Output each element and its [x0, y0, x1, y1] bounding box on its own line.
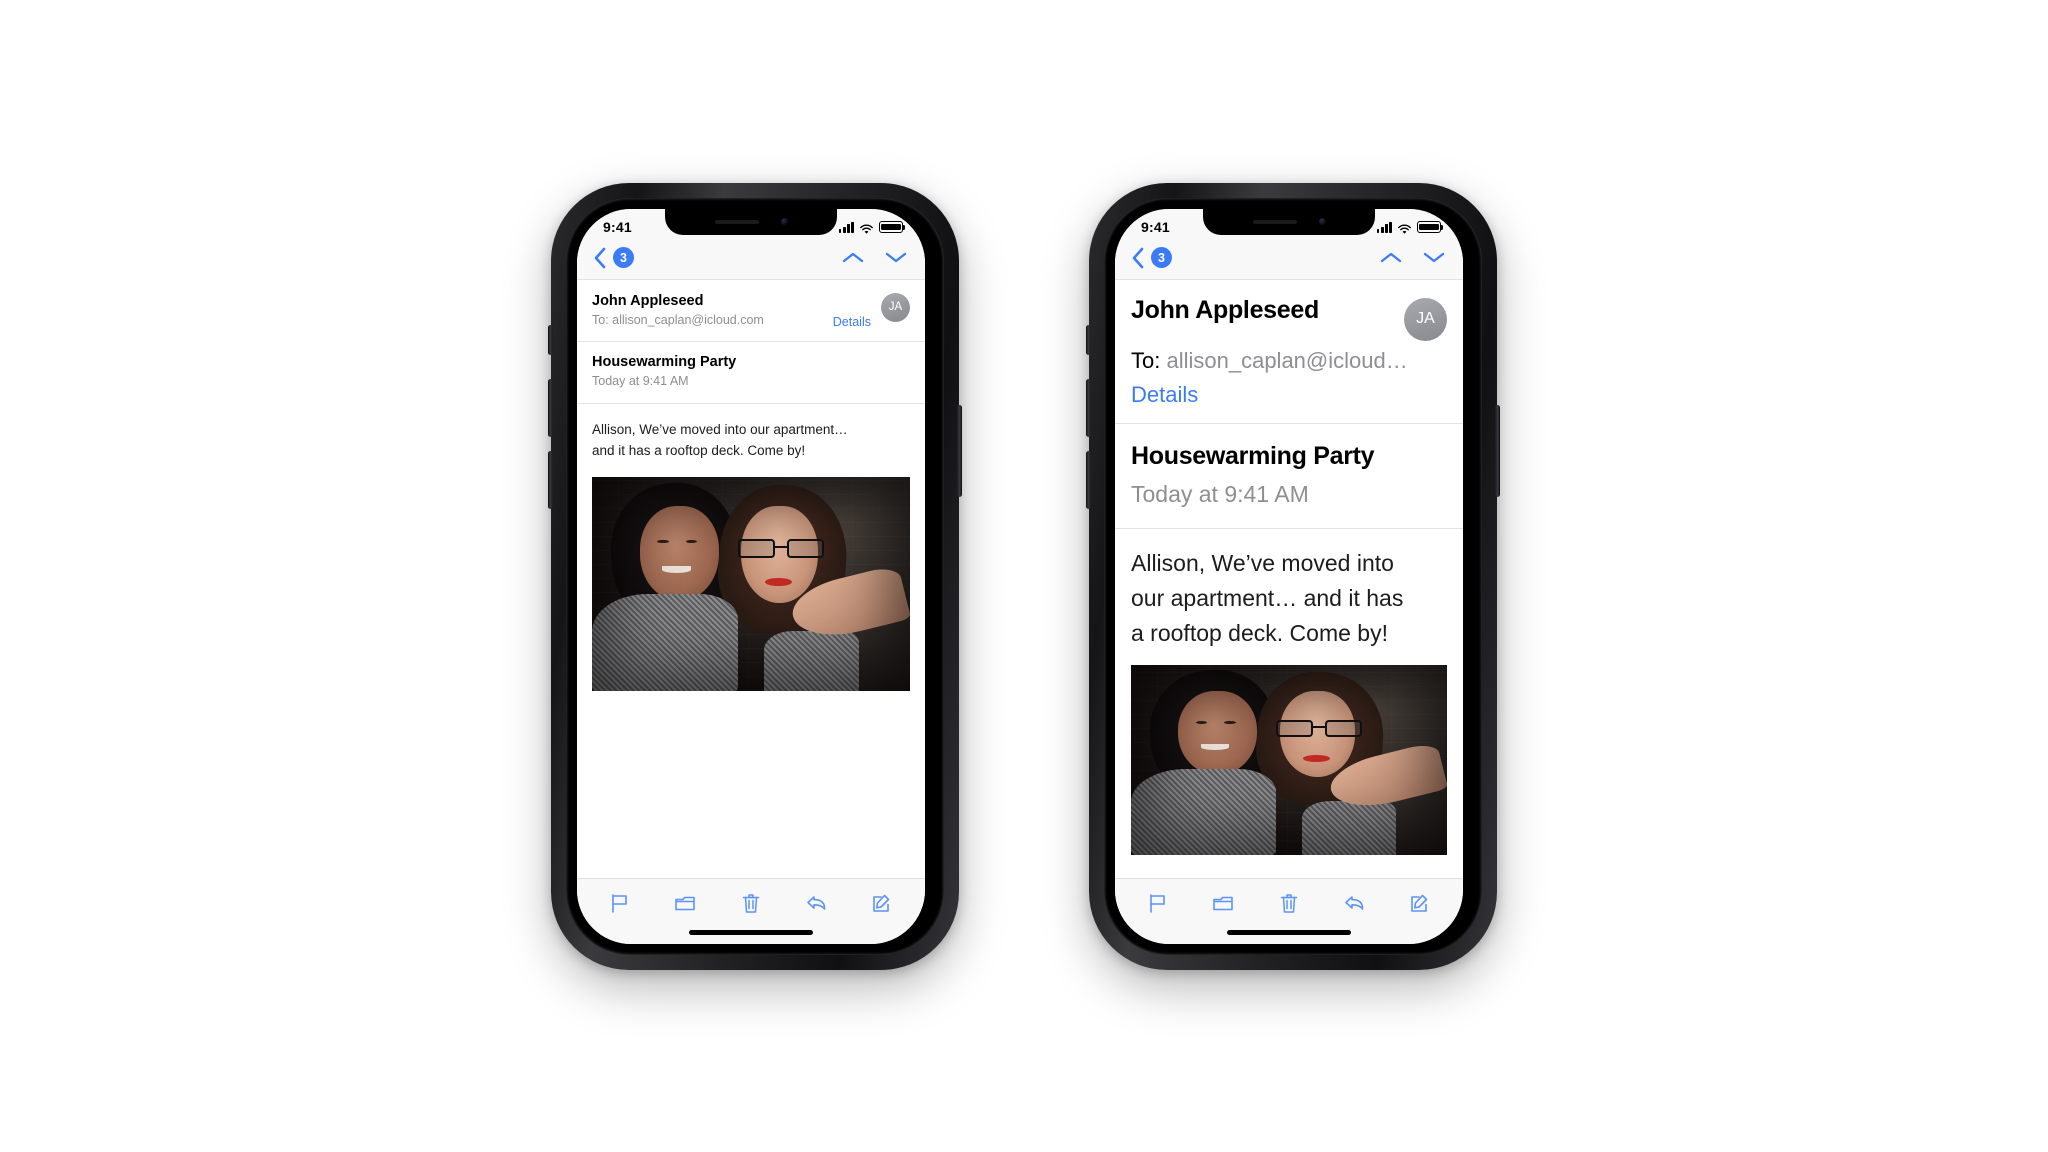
recipient-line: To: allison_caplan@icloud… — [1131, 345, 1447, 377]
message-content-default[interactable]: John Appleseed To: allison_caplan@icloud… — [577, 279, 925, 878]
volume-down-button[interactable] — [548, 450, 553, 509]
volume-up-button[interactable] — [1086, 378, 1091, 437]
phone-device-large-text: 9:41 3 John Appleseed JA To: allison_cap… — [1086, 182, 1500, 970]
to-label: To: — [592, 312, 609, 327]
home-indicator[interactable] — [689, 929, 813, 935]
battery-icon — [1417, 221, 1444, 233]
folder-icon[interactable] — [1210, 890, 1236, 916]
wifi-icon — [1397, 222, 1412, 234]
silence-switch[interactable] — [1086, 324, 1091, 355]
front-camera-icon — [780, 218, 788, 225]
body-line: a rooftop deck. Come by! — [1131, 619, 1388, 646]
signal-bars-icon — [1376, 221, 1392, 233]
flag-icon[interactable] — [1145, 890, 1171, 916]
status-bar-indicators — [838, 218, 906, 234]
trash-icon[interactable] — [1276, 890, 1302, 916]
date-text: Today at 9:41 AM — [1131, 480, 1309, 507]
status-bar-indicators — [1376, 218, 1444, 234]
folder-icon[interactable] — [672, 890, 698, 916]
date-text: Today at 9:41 AM — [592, 373, 689, 388]
sender-name: John Appleseed — [592, 292, 704, 309]
wifi-icon — [859, 222, 874, 234]
phone-bezel: 9:41 — [1104, 197, 1482, 955]
body-line: our apartment… and it has — [1131, 584, 1404, 611]
mail-toolbar — [577, 877, 925, 924]
message-header: John Appleseed To: allison_caplan@icloud… — [577, 280, 925, 341]
chevron-left-icon[interactable] — [1131, 247, 1144, 269]
chevron-left-icon[interactable] — [593, 247, 606, 269]
message-body: Allison, We’ve moved into our apartment…… — [1115, 529, 1463, 651]
details-button[interactable]: Details — [833, 315, 881, 329]
message-header: John Appleseed JA To: allison_caplan@icl… — [1115, 280, 1463, 423]
recipient-line: To: allison_caplan@icloud.com — [592, 311, 833, 330]
flag-icon[interactable] — [607, 890, 633, 916]
compose-icon[interactable] — [1407, 890, 1433, 916]
battery-icon — [879, 221, 906, 233]
message-pager — [1380, 251, 1445, 264]
to-label: To: — [1131, 347, 1161, 373]
attachment-image[interactable] — [1131, 664, 1447, 855]
message-subject-block: Housewarming Party Today at 9:41 AM — [1115, 424, 1463, 528]
message-attachment-photo[interactable] — [1131, 664, 1447, 855]
status-bar-time: 9:41 — [1141, 219, 1170, 235]
earpiece-speaker — [1252, 219, 1297, 224]
notch — [665, 208, 837, 235]
navigation-bar: 3 — [577, 242, 925, 279]
signal-bars-icon — [838, 221, 854, 233]
recipient-address: allison_caplan@icloud… — [1166, 347, 1408, 373]
earpiece-speaker — [714, 219, 759, 224]
mail-toolbar — [1115, 877, 1463, 924]
home-indicator-area — [1115, 923, 1463, 944]
subject-text: Housewarming Party — [592, 353, 737, 370]
back-control[interactable]: 3 — [1131, 247, 1172, 269]
body-line: Allison, We’ve moved into our apartment… — [592, 421, 848, 437]
phone-bezel: 9:41 — [566, 197, 944, 955]
message-body: Allison, We’ve moved into our apartment…… — [577, 404, 925, 461]
sender-name: John Appleseed — [1131, 295, 1319, 324]
home-indicator[interactable] — [1227, 929, 1351, 935]
compose-icon[interactable] — [869, 890, 895, 916]
sender-avatar[interactable]: JA — [1404, 297, 1447, 341]
back-control[interactable]: 3 — [593, 247, 634, 269]
phone-screen-large-text: 9:41 3 John Appleseed JA To: allison_cap… — [1115, 208, 1463, 944]
message-header-names: John Appleseed To: allison_caplan@icloud… — [592, 291, 833, 330]
phone-screen-default-text: 9:41 3 John Appleseed To: allison_caplan… — [577, 208, 925, 944]
home-indicator-area — [577, 923, 925, 944]
comparison-stage: 9:41 3 John Appleseed To: allison_caplan… — [0, 0, 2048, 1152]
message-pager — [842, 251, 907, 264]
mailbox-unread-badge[interactable]: 3 — [613, 247, 634, 268]
mailbox-unread-badge[interactable]: 3 — [1151, 247, 1172, 268]
message-subject-block: Housewarming Party Today at 9:41 AM — [577, 342, 925, 403]
side-power-button[interactable] — [957, 404, 962, 497]
notch — [1203, 208, 1375, 235]
chevron-down-icon[interactable] — [1423, 251, 1445, 264]
body-line: and it has a rooftop deck. Come by! — [592, 442, 806, 458]
reply-icon[interactable] — [1342, 890, 1368, 916]
phone-device-default-text: 9:41 3 John Appleseed To: allison_caplan… — [548, 182, 962, 970]
details-button[interactable]: Details — [1131, 379, 1447, 411]
side-power-button[interactable] — [1495, 404, 1500, 497]
chevron-down-icon[interactable] — [885, 251, 907, 264]
front-camera-icon — [1318, 218, 1326, 225]
subject-text: Housewarming Party — [1131, 441, 1375, 470]
silence-switch[interactable] — [548, 324, 553, 355]
chevron-up-icon[interactable] — [1380, 251, 1402, 264]
body-line: Allison, We’ve moved into — [1131, 549, 1394, 576]
volume-down-button[interactable] — [1086, 450, 1091, 509]
volume-up-button[interactable] — [548, 378, 553, 437]
trash-icon[interactable] — [738, 890, 764, 916]
recipient-address: allison_caplan@icloud.com — [612, 312, 764, 327]
status-bar-time: 9:41 — [603, 219, 632, 235]
chevron-up-icon[interactable] — [842, 251, 864, 264]
message-content-large[interactable]: John Appleseed JA To: allison_caplan@icl… — [1115, 279, 1463, 878]
attachment-image[interactable] — [592, 476, 910, 691]
reply-icon[interactable] — [804, 890, 830, 916]
sender-avatar[interactable]: JA — [881, 292, 910, 322]
message-attachment-photo[interactable] — [592, 476, 910, 691]
navigation-bar: 3 — [1115, 242, 1463, 279]
